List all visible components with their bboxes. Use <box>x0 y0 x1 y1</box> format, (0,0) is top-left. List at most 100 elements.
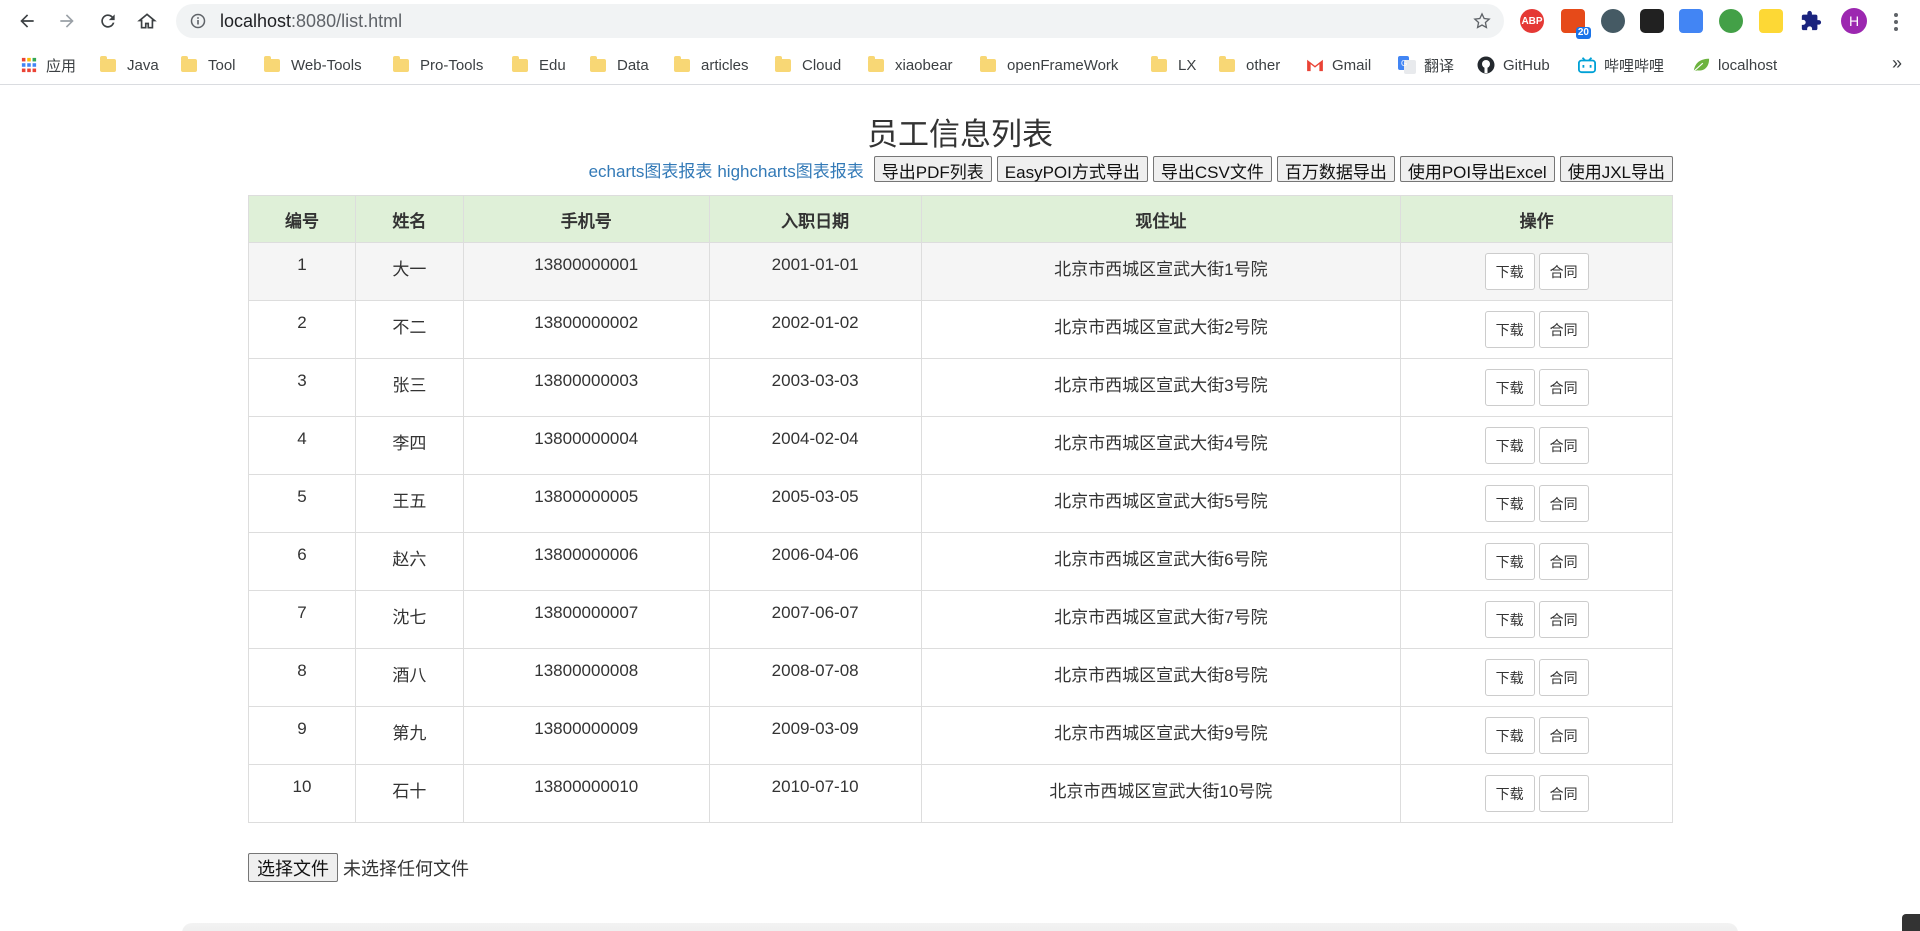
reload-button[interactable] <box>94 7 122 35</box>
header-hire-date: 入职日期 <box>708 195 922 243</box>
folder-icon <box>980 55 996 72</box>
contract-button[interactable]: 合同 <box>1538 253 1589 290</box>
cell-phone: 13800000006 <box>462 532 710 591</box>
forward-button[interactable] <box>53 7 81 35</box>
cell-actions: 下载 合同 <box>1400 532 1673 591</box>
bookmark-label: Gmail <box>1332 56 1372 74</box>
cell-address: 北京市西城区宣武大街5号院 <box>920 474 1402 533</box>
contract-button[interactable]: 合同 <box>1538 311 1589 348</box>
cell-name: 第九 <box>354 706 464 765</box>
bookmark-translate[interactable]: G 翻译 <box>1398 55 1454 75</box>
cell-address: 北京市西城区宣武大街7号院 <box>920 590 1402 649</box>
bookmark-localhost[interactable]: localhost <box>1692 55 1777 75</box>
download-button[interactable]: 下载 <box>1484 717 1535 754</box>
bookmark-tool[interactable]: Tool <box>181 55 236 75</box>
export-pdf-button[interactable]: 导出PDF列表 <box>873 156 992 182</box>
export-csv-button[interactable]: 导出CSV文件 <box>1152 156 1272 182</box>
choose-file-button[interactable]: 选择文件 <box>248 853 338 882</box>
bookmark-articles[interactable]: articles <box>674 55 749 75</box>
bookmark-cloud[interactable]: Cloud <box>775 55 841 75</box>
download-button[interactable]: 下载 <box>1484 253 1535 290</box>
contract-button[interactable]: 合同 <box>1538 717 1589 754</box>
cell-name: 沈七 <box>354 590 464 649</box>
cell-id: 9 <box>248 706 356 765</box>
bookmark-data[interactable]: Data <box>590 55 649 75</box>
download-button[interactable]: 下载 <box>1484 601 1535 638</box>
info-icon[interactable] <box>190 13 206 29</box>
bookmark-pro-tools[interactable]: Pro-Tools <box>393 55 483 75</box>
cell-id: 2 <box>248 300 356 359</box>
contract-button[interactable]: 合同 <box>1538 659 1589 696</box>
page-content: 员工信息列表 echarts图表报表 highcharts图表报表 导出PDF列… <box>0 85 1920 931</box>
bookmark-java[interactable]: Java <box>100 55 159 75</box>
bookmark-label: 哔哩哔哩 <box>1604 57 1665 75</box>
download-button[interactable]: 下载 <box>1484 369 1535 406</box>
echarts-report-link[interactable]: echarts图表报表 <box>589 157 713 182</box>
table-row: 6 赵六 13800000006 2006-04-06 北京市西城区宣武大街6号院 下载合… <box>248 532 1673 591</box>
bookmark-edu[interactable]: Edu <box>512 55 566 75</box>
contract-button[interactable]: 合同 <box>1538 427 1589 464</box>
corner-widget[interactable] <box>1902 914 1920 931</box>
bookmarks-overflow-button[interactable]: » <box>1892 53 1902 74</box>
cell-hire-date: 2004-02-04 <box>708 416 922 475</box>
bookmark-bilibili[interactable]: 哔哩哔哩 <box>1578 55 1664 75</box>
extension-grey-icon[interactable] <box>1601 9 1625 33</box>
bookmark-xiaobear[interactable]: xiaobear <box>868 55 953 75</box>
poi-excel-export-button[interactable]: 使用POI导出Excel <box>1399 156 1555 182</box>
jxl-export-button[interactable]: 使用JXL导出 <box>1559 156 1673 182</box>
bookmark-web-tools[interactable]: Web-Tools <box>264 55 362 75</box>
download-button[interactable]: 下载 <box>1484 485 1535 522</box>
globe-extension-icon[interactable] <box>1719 9 1743 33</box>
header-id: 编号 <box>248 195 356 243</box>
bookmark-gmail[interactable]: Gmail <box>1306 55 1371 75</box>
cell-id: 4 <box>248 416 356 475</box>
bookmark-star-icon[interactable] <box>1472 11 1492 31</box>
cell-hire-date: 2003-03-03 <box>708 358 922 417</box>
cell-hire-date: 2009-03-09 <box>708 706 922 765</box>
back-button[interactable] <box>13 7 41 35</box>
table-row: 3 张三 13800000003 2003-03-03 北京市西城区宣武大街3号院 下载合… <box>248 358 1673 417</box>
adblock-extension-icon[interactable]: ABP <box>1520 9 1544 33</box>
extension-yellow-icon[interactable] <box>1759 9 1783 33</box>
download-button[interactable]: 下载 <box>1484 659 1535 696</box>
bookmark-other[interactable]: other <box>1219 55 1280 75</box>
contract-button[interactable]: 合同 <box>1538 369 1589 406</box>
extension-red-icon[interactable]: 20 <box>1561 9 1591 39</box>
bookmark-github[interactable]: GitHub <box>1477 55 1550 75</box>
home-button[interactable] <box>133 7 161 35</box>
cell-hire-date: 2010-07-10 <box>708 764 922 823</box>
million-data-export-button[interactable]: 百万数据导出 <box>1276 156 1395 182</box>
folder-icon <box>1151 55 1167 72</box>
bookmark-lx[interactable]: LX <box>1151 55 1196 75</box>
contract-button[interactable]: 合同 <box>1538 485 1589 522</box>
url-text[interactable]: localhost:8080/list.html <box>220 11 402 32</box>
browser-menu-icon[interactable] <box>1884 10 1908 34</box>
address-bar[interactable]: localhost:8080/list.html <box>176 4 1504 38</box>
puzzle-extensions-icon[interactable] <box>1799 9 1823 33</box>
extension-dark-icon[interactable] <box>1640 9 1664 33</box>
download-button[interactable]: 下载 <box>1484 775 1535 812</box>
cell-actions: 下载 合同 <box>1400 764 1673 823</box>
translate-extension-icon[interactable] <box>1679 9 1703 33</box>
contract-button[interactable]: 合同 <box>1538 775 1589 812</box>
bookmark-openframework[interactable]: openFrameWork <box>980 55 1118 75</box>
bookmark-label: Pro-Tools <box>420 56 484 74</box>
download-button[interactable]: 下载 <box>1484 427 1535 464</box>
cell-id: 6 <box>248 532 356 591</box>
bookmark-apps[interactable]: 应用 <box>20 55 76 75</box>
profile-avatar[interactable]: H <box>1841 8 1867 34</box>
contract-button[interactable]: 合同 <box>1538 601 1589 638</box>
cell-name: 张三 <box>354 358 464 417</box>
contract-button[interactable]: 合同 <box>1538 543 1589 580</box>
cell-phone: 13800000001 <box>462 242 710 301</box>
easypoi-export-button[interactable]: EasyPOI方式导出 <box>996 156 1148 182</box>
cell-id: 8 <box>248 648 356 707</box>
folder-icon <box>264 55 280 72</box>
table-header: 编号 姓名 手机号 入职日期 现住址 操作 <box>248 195 1673 243</box>
download-button[interactable]: 下载 <box>1484 543 1535 580</box>
highcharts-report-link[interactable]: highcharts图表报表 <box>717 157 863 182</box>
download-button[interactable]: 下载 <box>1484 311 1535 348</box>
cell-phone: 13800000010 <box>462 764 710 823</box>
cell-id: 1 <box>248 242 356 301</box>
bookmark-label: Edu <box>539 56 566 74</box>
